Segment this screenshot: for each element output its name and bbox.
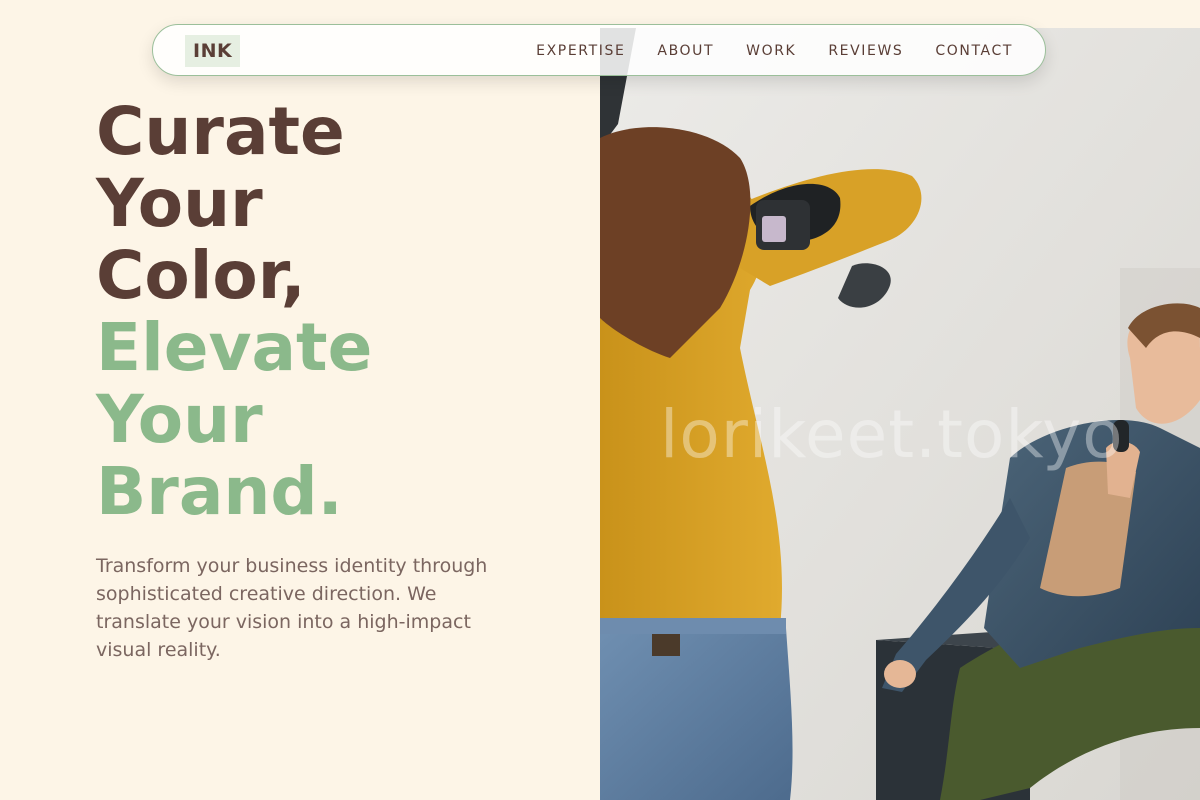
headline-line: Curate <box>96 93 345 170</box>
hero-description: Transform your business identity through… <box>96 555 488 661</box>
headline-line: Color, <box>96 237 306 314</box>
nav-link-contact[interactable]: CONTACT <box>935 43 1013 59</box>
headline-accent-line: Your <box>96 381 263 458</box>
brand-logo[interactable]: INK <box>185 35 241 67</box>
hero-headline: Curate Your Color, Elevate Your Brand. <box>96 96 372 528</box>
photographer-shooting-model-photo <box>600 28 1200 800</box>
hero-photo <box>600 28 1200 800</box>
nav-link-about[interactable]: ABOUT <box>657 43 714 59</box>
headline-accent-line: Elevate <box>96 309 373 386</box>
nav-links: EXPERTISE ABOUT WORK REVIEWS CONTACT <box>536 25 1013 77</box>
top-navigation-bar: INK EXPERTISE ABOUT WORK REVIEWS CONTACT <box>152 24 1046 76</box>
nav-link-work[interactable]: WORK <box>746 43 796 59</box>
nav-link-expertise[interactable]: EXPERTISE <box>536 43 625 59</box>
page: lorikeet.tokyo INK EXPERTISE ABOUT WORK … <box>0 0 1200 800</box>
headline-accent-line: Brand. <box>96 453 343 530</box>
nav-link-reviews[interactable]: REVIEWS <box>828 43 903 59</box>
headline-line: Your <box>96 165 263 242</box>
